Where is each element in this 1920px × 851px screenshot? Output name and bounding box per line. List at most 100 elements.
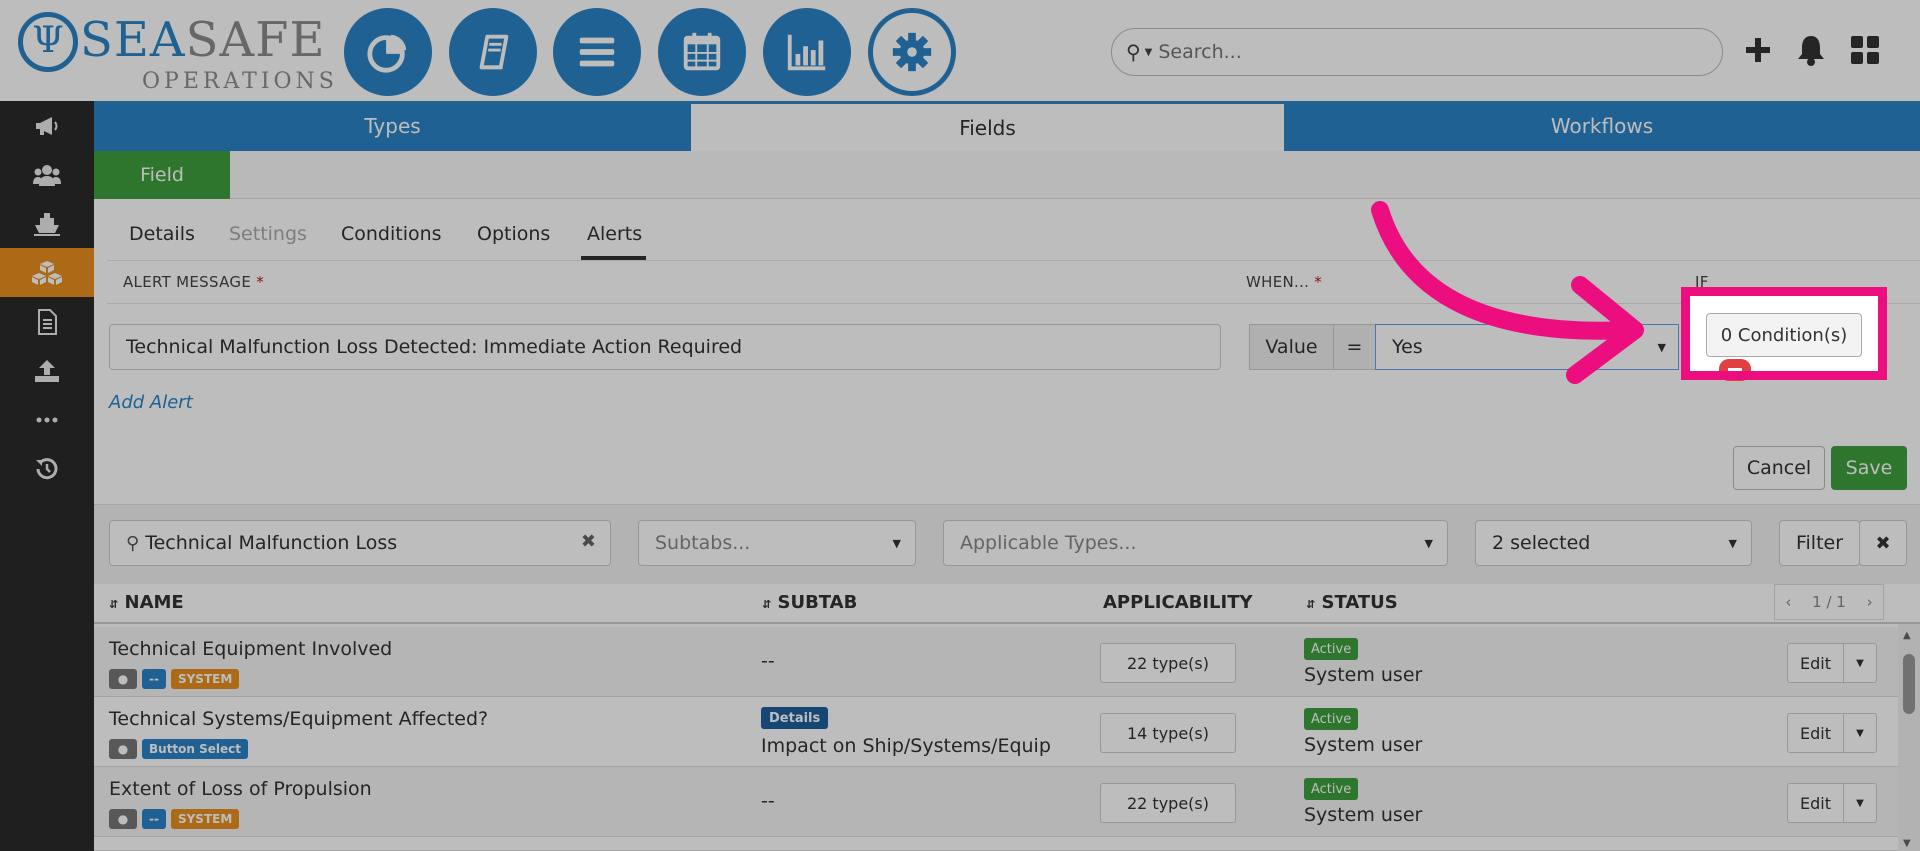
- add-plus-icon[interactable]: [1738, 30, 1778, 70]
- applicable-types-filter[interactable]: Applicable Types... ▼: [943, 520, 1448, 566]
- megaphone-icon[interactable]: [0, 101, 94, 150]
- chevron-down-icon[interactable]: ▼: [1844, 714, 1876, 752]
- pie-chart-icon: [367, 34, 407, 73]
- calendar-nav-button[interactable]: [658, 8, 746, 96]
- row-name[interactable]: Technical Equipment Involved: [109, 638, 392, 660]
- subtab-details[interactable]: Details: [129, 223, 195, 245]
- types-button[interactable]: 22 type(s): [1100, 643, 1236, 683]
- cancel-button[interactable]: Cancel: [1733, 446, 1825, 490]
- edit-button[interactable]: Edit: [1788, 714, 1844, 752]
- dashboard-nav-button[interactable]: [344, 8, 432, 96]
- global-search-input[interactable]: [1158, 41, 1679, 63]
- subtab-conditions[interactable]: Conditions: [341, 223, 442, 245]
- search-icon: ⚲: [1126, 40, 1141, 64]
- chevron-down-icon[interactable]: ▼: [1844, 644, 1876, 682]
- types-button[interactable]: 22 type(s): [1100, 783, 1236, 823]
- tab-fields[interactable]: Fields: [691, 104, 1284, 151]
- settings-nav-button[interactable]: [868, 8, 956, 96]
- list-nav-button[interactable]: [553, 8, 641, 96]
- subtab-alerts[interactable]: Alerts: [587, 223, 642, 245]
- history-icon[interactable]: [0, 444, 94, 493]
- types-button[interactable]: 14 type(s): [1100, 713, 1236, 753]
- status-column-header[interactable]: ⇵ STATUS: [1306, 592, 1398, 613]
- tutorial-highlight-box: [1681, 287, 1887, 380]
- upload-icon[interactable]: [0, 346, 94, 395]
- table-row[interactable]: Technical Equipment Involved ● -- SYSTEM…: [94, 627, 1898, 697]
- global-search[interactable]: ⚲ ▼: [1111, 28, 1723, 76]
- status-user: System user: [1304, 734, 1423, 756]
- row-name[interactable]: Technical Systems/Equipment Affected?: [109, 708, 488, 730]
- table-row[interactable]: Extent of Loss of Propulsion ● -- SYSTEM…: [94, 767, 1898, 837]
- next-page-icon[interactable]: ›: [1867, 593, 1873, 611]
- scroll-down-icon[interactable]: ▼: [1903, 838, 1911, 849]
- tab-types[interactable]: Types: [94, 101, 691, 151]
- table-row: [94, 837, 1898, 851]
- subtabs-filter[interactable]: Subtabs... ▼: [638, 520, 916, 566]
- system-badge: SYSTEM: [170, 809, 240, 829]
- user-icon: ●: [109, 739, 137, 759]
- reports-nav-button[interactable]: [763, 8, 851, 96]
- field-button[interactable]: Field: [94, 151, 230, 199]
- chevron-down-icon: ▼: [1728, 537, 1737, 550]
- row-name[interactable]: Extent of Loss of Propulsion: [109, 778, 372, 800]
- cubes-icon[interactable]: [0, 248, 94, 297]
- brand-name-part1: SEA: [80, 12, 186, 68]
- document-icon[interactable]: [0, 297, 94, 346]
- table-scrollbar[interactable]: ▲ ▼: [1898, 624, 1920, 851]
- subtab-options[interactable]: Options: [477, 223, 550, 245]
- seasafe-logo[interactable]: Ψ SEASAFE OPERATIONS: [18, 12, 334, 94]
- top-header: Ψ SEASAFE OPERATIONS ⚲ ▼: [0, 0, 1920, 101]
- book-icon: [479, 34, 509, 70]
- menu-list-icon: [579, 37, 615, 67]
- subtab-settings[interactable]: Settings: [229, 223, 307, 245]
- alert-message-input[interactable]: Technical Malfunction Loss Detected: Imm…: [109, 324, 1221, 370]
- status-user: System user: [1304, 804, 1423, 826]
- scroll-up-icon[interactable]: ▲: [1903, 630, 1911, 641]
- save-button[interactable]: Save: [1831, 446, 1907, 490]
- status-badge: Active: [1304, 778, 1359, 800]
- applicability-column-header: APPLICABILITY: [1103, 592, 1253, 613]
- edit-button-group: Edit ▼: [1787, 783, 1877, 823]
- logbook-nav-button[interactable]: [449, 8, 537, 96]
- bell-icon[interactable]: [1791, 30, 1831, 70]
- chevron-down-icon[interactable]: ▼: [1145, 47, 1153, 58]
- type-badge: Button Select: [142, 739, 249, 759]
- subtab-badge: Details: [761, 707, 829, 729]
- edit-button[interactable]: Edit: [1788, 784, 1844, 822]
- prev-page-icon[interactable]: ‹: [1785, 593, 1791, 611]
- status-badge: Active: [1304, 638, 1359, 660]
- add-alert-link[interactable]: Add Alert: [109, 392, 193, 413]
- table-header: [94, 584, 1920, 624]
- system-badge: SYSTEM: [170, 669, 240, 689]
- ship-icon[interactable]: [0, 199, 94, 248]
- grid-apps-icon[interactable]: [1845, 30, 1885, 70]
- row-subtab: --: [761, 650, 775, 672]
- type-badge: --: [142, 809, 166, 829]
- gear-icon: [892, 32, 932, 72]
- name-search-field[interactable]: ⚲ Technical Malfunction Loss ✖: [109, 520, 611, 566]
- clear-icon[interactable]: ✖: [581, 531, 596, 552]
- user-icon: ●: [109, 669, 137, 689]
- bar-chart-icon: [787, 34, 826, 71]
- edit-button[interactable]: Edit: [1788, 644, 1844, 682]
- more-icon[interactable]: [0, 395, 94, 444]
- subtab-column-header[interactable]: ⇵ SUBTAB: [762, 592, 857, 613]
- brand-name-part2: SAFE: [185, 12, 326, 68]
- row-subtab: Impact on Ship/Systems/Equip: [761, 735, 1051, 757]
- tab-workflows[interactable]: Workflows: [1284, 101, 1920, 151]
- pagination: ‹ 1 / 1 ›: [1774, 584, 1884, 620]
- table-row[interactable]: Technical Systems/Equipment Affected? ● …: [94, 697, 1898, 767]
- scrollbar-thumb[interactable]: [1903, 654, 1915, 714]
- status-filter[interactable]: 2 selected ▼: [1475, 520, 1752, 566]
- users-icon[interactable]: [0, 150, 94, 199]
- name-search-value: Technical Malfunction Loss: [145, 532, 398, 554]
- chevron-down-icon[interactable]: ▼: [1844, 784, 1876, 822]
- left-sidebar: [0, 101, 94, 851]
- clear-filter-button[interactable]: ✖: [1859, 520, 1907, 566]
- filter-button[interactable]: Filter: [1779, 520, 1860, 566]
- chevron-down-icon: ▼: [892, 537, 901, 550]
- row-subtab: --: [761, 790, 775, 812]
- edit-button-group: Edit ▼: [1787, 713, 1877, 753]
- name-column-header[interactable]: ⇵ NAME: [109, 592, 184, 613]
- status-user: System user: [1304, 664, 1423, 686]
